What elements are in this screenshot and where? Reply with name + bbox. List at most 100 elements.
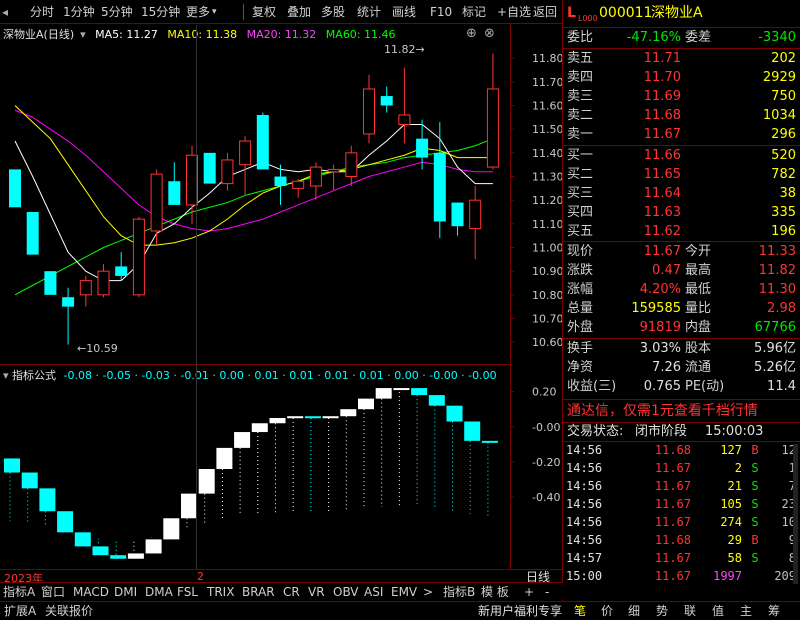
fundamental-row[interactable]: 净资 7.26 流通 5.26亿 xyxy=(563,359,800,377)
period-toolbar: ◂ 分时 1分钟 5分钟 15分钟 更多 ▾ 复权 叠加 多股 统计 画线 F1… xyxy=(0,0,563,24)
tab-emv[interactable]: EMV xyxy=(391,584,417,600)
tab-related[interactable]: 联 xyxy=(684,603,696,620)
toolbar-add-watchlist-button[interactable]: +自选 xyxy=(497,3,531,21)
buy-order-row[interactable]: 买四 11.63 335 xyxy=(563,204,800,222)
tab-indicator-b[interactable]: 指标B xyxy=(443,584,475,600)
stat-row[interactable]: 涨跌 0.47 最高 11.82 xyxy=(563,262,800,280)
tab-main-force[interactable]: 主 xyxy=(740,603,752,620)
candlestick-chart[interactable]: 11.80 11.70 11.60 11.50 11.40 11.30 11.20 11.10… xyxy=(0,24,563,364)
tab-dmi[interactable]: DMI xyxy=(114,584,137,600)
tab-price[interactable]: 价 xyxy=(601,603,613,620)
candle-body xyxy=(380,96,393,106)
trade-state-row: 交易状态: 闭市阶段 15:00:03 xyxy=(563,423,800,441)
indicator-bar xyxy=(358,398,374,410)
toolbar-tab-1min[interactable]: 1分钟 xyxy=(63,3,95,21)
divider xyxy=(563,27,800,28)
buy-order-row[interactable]: 买一 11.66 520 xyxy=(563,147,800,165)
tab-detail[interactable]: 细 xyxy=(628,603,640,620)
more-dropdown-icon[interactable]: ▾ xyxy=(212,3,217,21)
tab-obv[interactable]: OBV xyxy=(333,584,359,600)
divider xyxy=(563,338,800,339)
zoom-in-button[interactable]: + xyxy=(524,584,534,600)
order-price: 11.63 xyxy=(643,205,681,220)
buy-order-row[interactable]: 买二 11.65 782 xyxy=(563,166,800,184)
stat-value: 4.20% xyxy=(639,282,681,297)
price-tick-label: 11.70 xyxy=(532,76,563,89)
sell-order-row[interactable]: 卖三 11.69 750 xyxy=(563,88,800,106)
new-user-promo-link[interactable]: 新用户福利专享 xyxy=(478,603,562,620)
toolbar-f10-button[interactable]: F10 xyxy=(430,3,452,21)
quote-panel: L L000 000011 深物业A 委比 -47.16% 委差 -3340 卖… xyxy=(563,0,800,601)
tab-fsl[interactable]: FSL xyxy=(177,584,198,600)
chart-settings-icon[interactable]: ▾ xyxy=(80,28,86,41)
toolbar-more-button[interactable]: 更多 xyxy=(186,3,210,21)
buy-order-row[interactable]: 买五 11.62 196 xyxy=(563,223,800,241)
tick-direction: B xyxy=(751,533,759,547)
indicator-bar xyxy=(393,388,410,391)
related-quote-button[interactable]: 关联报价 xyxy=(45,603,93,620)
toolbar-back-button[interactable]: 返回 xyxy=(533,3,557,21)
sell-order-row[interactable]: 卖五 11.71 202 xyxy=(563,50,800,68)
promo-banner[interactable]: 通达信，仅需1元查看千档行情 xyxy=(563,402,800,422)
tab-macd[interactable]: MACD xyxy=(73,584,109,600)
order-volume: 782 xyxy=(771,167,796,182)
indicator-bar xyxy=(428,395,445,406)
toolbar-tab-15min[interactable]: 15分钟 xyxy=(141,3,180,21)
tab-cr[interactable]: CR xyxy=(283,584,300,600)
tick-row: 14:56 11.68 127 B 12 xyxy=(563,441,800,459)
tab-dma[interactable]: DMA xyxy=(145,584,173,600)
toolbar-biaoji-button[interactable]: 标记 xyxy=(462,3,486,21)
fundamental-row[interactable]: 收益(三) 0.765 PE(动) 11.4 xyxy=(563,378,800,396)
toolbar-diejia-button[interactable]: 叠加 xyxy=(287,3,311,21)
tab-tick[interactable]: 笔 xyxy=(574,603,586,620)
indicator-bar xyxy=(464,421,481,441)
close-icon[interactable]: ⊗ xyxy=(484,26,495,41)
stat-label: 现价 xyxy=(567,244,594,259)
zoom-out-button[interactable]: - xyxy=(545,584,549,600)
tab-trix[interactable]: TRIX xyxy=(207,584,234,600)
toolbar-fuquan-button[interactable]: 复权 xyxy=(252,3,276,21)
indicator-bar xyxy=(127,553,144,559)
indicator-bar xyxy=(304,416,321,419)
tab-indicator-a[interactable]: 指标A xyxy=(3,584,35,600)
indicator-chart[interactable]: 0.20 -0.00 -0.20 -0.40 xyxy=(0,364,563,569)
divider xyxy=(563,399,800,400)
stat-row[interactable]: 现价 11.67 今开 11.33 xyxy=(563,243,800,261)
tab-trend[interactable]: 势 xyxy=(656,603,668,620)
sell-order-row[interactable]: 卖二 11.68 1034 xyxy=(563,107,800,125)
tab-asi[interactable]: ASI xyxy=(364,584,383,600)
stat-row[interactable]: 涨幅 4.20% 最低 11.30 xyxy=(563,281,800,299)
sell-order-row[interactable]: 卖一 11.67 296 xyxy=(563,126,800,144)
stat-label: 最低 xyxy=(685,282,712,297)
tick-list-scrollbar[interactable] xyxy=(793,444,798,584)
toolbar-tab-5min[interactable]: 5分钟 xyxy=(101,3,133,21)
tab-value[interactable]: 值 xyxy=(712,603,724,620)
tab-template[interactable]: 模 板 xyxy=(481,584,509,600)
fundamental-row[interactable]: 换手 3.03% 股本 5.96亿 xyxy=(563,340,800,358)
indicator-bar xyxy=(74,532,91,547)
price-tick-label: 11.10 xyxy=(532,218,563,231)
tab-brar[interactable]: BRAR xyxy=(242,584,275,600)
toolbar-tongji-button[interactable]: 统计 xyxy=(357,3,381,21)
tick-direction: S xyxy=(751,515,759,529)
stat-row[interactable]: 外盘 91819 内盘 67766 xyxy=(563,319,800,337)
toolbar-huaxian-button[interactable]: 画线 xyxy=(392,3,416,21)
order-volume: 335 xyxy=(771,205,796,220)
promo-text[interactable]: 通达信，仅需1元查看千档行情 xyxy=(567,402,758,420)
toolbar-prev-arrow[interactable]: ◂ xyxy=(2,3,8,21)
buy-order-row[interactable]: 买三 11.64 38 xyxy=(563,185,800,203)
ma10-line xyxy=(14,105,493,246)
toolbar-duogu-button[interactable]: 多股 xyxy=(321,3,345,21)
stat-row[interactable]: 总量 159585 量比 2.98 xyxy=(563,300,800,318)
indicator-settings-icon[interactable]: ▾ xyxy=(3,369,9,382)
expand-a-button[interactable]: 扩展A xyxy=(4,603,36,620)
zoom-in-icon[interactable]: ⊕ xyxy=(466,26,477,41)
indicator-bar xyxy=(145,539,162,554)
toolbar-tab-fenshi[interactable]: 分时 xyxy=(30,3,54,21)
tab-window[interactable]: 窗口 xyxy=(41,584,65,600)
tab-chips[interactable]: 筹 xyxy=(768,603,780,620)
stat-label: 今开 xyxy=(685,244,712,259)
tab-more-arrow[interactable]: > xyxy=(423,584,433,600)
tab-vr[interactable]: VR xyxy=(308,584,325,600)
sell-order-row[interactable]: 卖四 11.70 2929 xyxy=(563,69,800,87)
